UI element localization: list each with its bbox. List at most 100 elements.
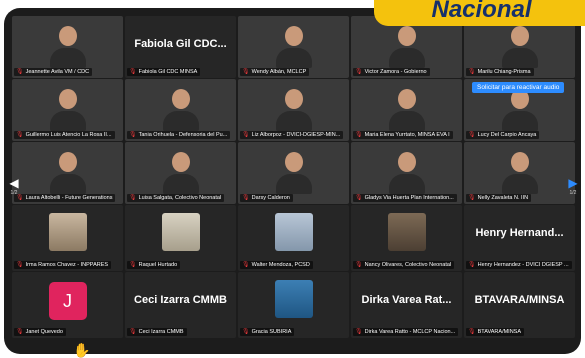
participant-name-text: Dirka Varea Ratto - MCLCP Nacion... <box>364 329 456 335</box>
muted-mic-icon: 🎙 <box>355 262 363 268</box>
participant-tile[interactable]: 🎙 Wendy Albán, MCLCP <box>238 16 349 78</box>
participant-name-label: 🎙 Janet Quevedo <box>14 328 66 336</box>
muted-mic-icon: 🎙 <box>468 195 476 201</box>
participant-name-text: Nelly Zavaleta N. IIN <box>477 195 529 201</box>
next-page-button[interactable]: ▶ 1/2 <box>567 166 579 206</box>
participant-name-label: 🎙 Tania Orihuela - Defensoria del Pu... <box>127 131 231 139</box>
participant-name-label: 🎙 Laura Altobelli - Future Generations <box>14 194 116 202</box>
participant-name-text: Fabiola Gil CDC MINSA <box>138 69 198 75</box>
muted-mic-icon: 🎙 <box>16 69 24 75</box>
participant-name-label: 🎙 Gracia SUBIRIA <box>240 328 295 336</box>
participant-name-text: Janet Quevedo <box>25 329 63 335</box>
participant-video <box>388 26 425 68</box>
participant-name-text: Walter Mendoza, PCSD <box>251 262 310 268</box>
participant-name-text: Maria Elena Yurrtato, MINSA EVA I <box>364 132 450 138</box>
participant-name-label: 🎙 Nancy Olivares, Colectivo Neonatal <box>353 261 455 269</box>
participant-name-label: 🎙 BTAVARA/MINSA <box>466 328 525 336</box>
participant-name-label: 🎙 Luisa Salgata, Colectivo Neonatal <box>127 194 225 202</box>
participant-name-text: Lucy Del Carpio Ancaya <box>477 132 537 138</box>
participant-name-label: 🎙 Liz Alborpoz - DVICI-DGIESP-MIN... <box>240 131 344 139</box>
participant-name-label: 🎙 Ceci Izarra CMMB <box>127 328 187 336</box>
participant-name-label: 🎙 Marilu Chiang-Prisma <box>466 68 534 76</box>
muted-mic-icon: 🎙 <box>129 262 137 268</box>
participant-video <box>49 26 86 68</box>
chevron-left-icon: ◀ <box>9 176 19 190</box>
participant-tile[interactable]: 🎙 Liz Alborpoz - DVICI-DGIESP-MIN... <box>238 79 349 141</box>
participant-name-label: 🎙 Dirka Varea Ratto - MCLCP Nacion... <box>353 328 459 336</box>
participant-video <box>162 89 199 131</box>
muted-mic-icon: 🎙 <box>355 69 363 75</box>
participant-tile[interactable]: 🎙 Walter Mendoza, PCSD <box>238 205 349 271</box>
request-unmute-button[interactable]: Solicitar para reactivar audio <box>472 82 565 93</box>
avatar <box>161 213 200 251</box>
muted-mic-icon: 🎙 <box>468 262 476 268</box>
participant-tile[interactable]: 🎙 Maria Elena Yurrtato, MINSA EVA I <box>351 79 462 141</box>
participant-tile[interactable]: 🎙 Tania Orihuela - Defensoria del Pu... <box>125 79 236 141</box>
participant-name-label: 🎙 Lucy Del Carpio Ancaya <box>466 131 540 139</box>
participant-name-text: Irma Ramos Chavez - INPPARES <box>25 262 109 268</box>
participant-name-text: Henry Hernandez - DVICI DGIESP ... <box>477 262 569 268</box>
chevron-right-icon: ▶ <box>568 176 578 190</box>
participant-display-name: Ceci Izarra CMMB <box>134 294 227 306</box>
avatar <box>387 213 426 251</box>
participant-tile[interactable]: 🎙 Darsy Calderon <box>238 142 349 204</box>
participant-video <box>49 152 86 194</box>
participant-display-name: Dirka Varea Rat... <box>361 294 452 306</box>
muted-mic-icon: 🎙 <box>355 329 363 335</box>
participant-name-text: Raquel Hurtado <box>138 262 178 268</box>
participant-tile[interactable]: Fabiola Gil CDC... 🎙 Fabiola Gil CDC MINSA <box>125 16 236 78</box>
participant-tile[interactable]: 🎙 Luisa Salgata, Colectivo Neonatal <box>125 142 236 204</box>
participant-tile[interactable]: 🎙 Gracia SUBIRIA <box>238 272 349 338</box>
participant-tile[interactable]: BTAVARA/MINSA 🎙 BTAVARA/MINSA <box>464 272 575 338</box>
participant-tile[interactable]: Ceci Izarra CMMB 🎙 Ceci Izarra CMMB <box>125 272 236 338</box>
muted-mic-icon: 🎙 <box>16 262 24 268</box>
participant-tile[interactable]: 🎙 Raquel Hurtado <box>125 205 236 271</box>
participant-video <box>275 89 312 131</box>
participant-name-text: Victor Zamora - Gobierno <box>364 69 427 75</box>
participant-tile[interactable]: Henry Hernand... 🎙 Henry Hernandez - DVICI… <box>464 205 575 271</box>
participant-tile[interactable]: Dirka Varea Rat... 🎙 Dirka Varea Ratto - M… <box>351 272 462 338</box>
muted-mic-icon: 🎙 <box>242 132 250 138</box>
participant-tile[interactable]: 🎙 Guillermo Luis Atencio La Rosa II... <box>12 79 123 141</box>
participant-tile[interactable]: 🎙 Laura Altobelli - Future Generations <box>12 142 123 204</box>
participant-name-text: Jeannette Avila VM / CDC <box>25 69 90 75</box>
previous-page-button[interactable]: ◀ 1/2 <box>8 166 20 206</box>
participant-name-text: Laura Altobelli - Future Generations <box>25 195 113 201</box>
participant-name-text: Gracia SUBIRIA <box>251 329 292 335</box>
avatar <box>274 280 313 318</box>
participant-name-label: 🎙 Gladys Via Huerta Plan Internation... <box>353 194 457 202</box>
participant-name-text: Marilu Chiang-Prisma <box>477 69 531 75</box>
participant-tile[interactable]: Solicitar para reactivar audio 🎙 Lucy Del … <box>464 79 575 141</box>
muted-mic-icon: 🎙 <box>129 69 137 75</box>
participant-tile[interactable]: J 🎙 Janet Quevedo <box>12 272 123 338</box>
page-indicator-left: 1/2 <box>10 190 18 196</box>
participant-name-label: 🎙 Wendy Albán, MCLCP <box>240 68 310 76</box>
participant-name-label: 🎙 Maria Elena Yurrtato, MINSA EVA I <box>353 131 453 139</box>
muted-mic-icon: 🎙 <box>16 329 24 335</box>
raised-hand-icon: ✋ <box>73 342 91 358</box>
participant-name-text: Tania Orihuela - Defensoria del Pu... <box>138 132 228 138</box>
muted-mic-icon: 🎙 <box>242 262 250 268</box>
participant-video <box>275 152 312 194</box>
muted-mic-icon: 🎙 <box>468 329 476 335</box>
avatar <box>274 213 313 251</box>
participant-display-name: Fabiola Gil CDC... <box>134 38 227 50</box>
participant-name-label: 🎙 Walter Mendoza, PCSD <box>240 261 313 269</box>
participant-tile[interactable]: 🎙 Jeannette Avila VM / CDC <box>12 16 123 78</box>
muted-mic-icon: 🎙 <box>129 132 137 138</box>
participant-tile[interactable]: 🎙 Gladys Via Huerta Plan Internation... <box>351 142 462 204</box>
participant-tile[interactable]: 🎙 Irma Ramos Chavez - INPPARES <box>12 205 123 271</box>
participant-name-text: Guillermo Luis Atencio La Rosa II... <box>25 132 112 138</box>
participant-name-text: Luisa Salgata, Colectivo Neonatal <box>138 195 222 201</box>
participant-name-label: 🎙 Darsy Calderon <box>240 194 293 202</box>
participant-display-name: BTAVARA/MINSA <box>474 294 565 306</box>
participant-video <box>162 152 199 194</box>
participant-grid: 🎙 Jeannette Avila VM / CDC Fabiola Gil CDC… <box>12 16 575 338</box>
muted-mic-icon: 🎙 <box>355 132 363 138</box>
muted-mic-icon: 🎙 <box>16 132 24 138</box>
participant-name-label: 🎙 Irma Ramos Chavez - INPPARES <box>14 261 112 269</box>
muted-mic-icon: 🎙 <box>355 195 363 201</box>
participant-tile[interactable]: 🎙 Nelly Zavaleta N. IIN <box>464 142 575 204</box>
participant-tile[interactable]: 🎙 Nancy Olivares, Colectivo Neonatal <box>351 205 462 271</box>
region-banner: Nacional <box>374 0 585 26</box>
